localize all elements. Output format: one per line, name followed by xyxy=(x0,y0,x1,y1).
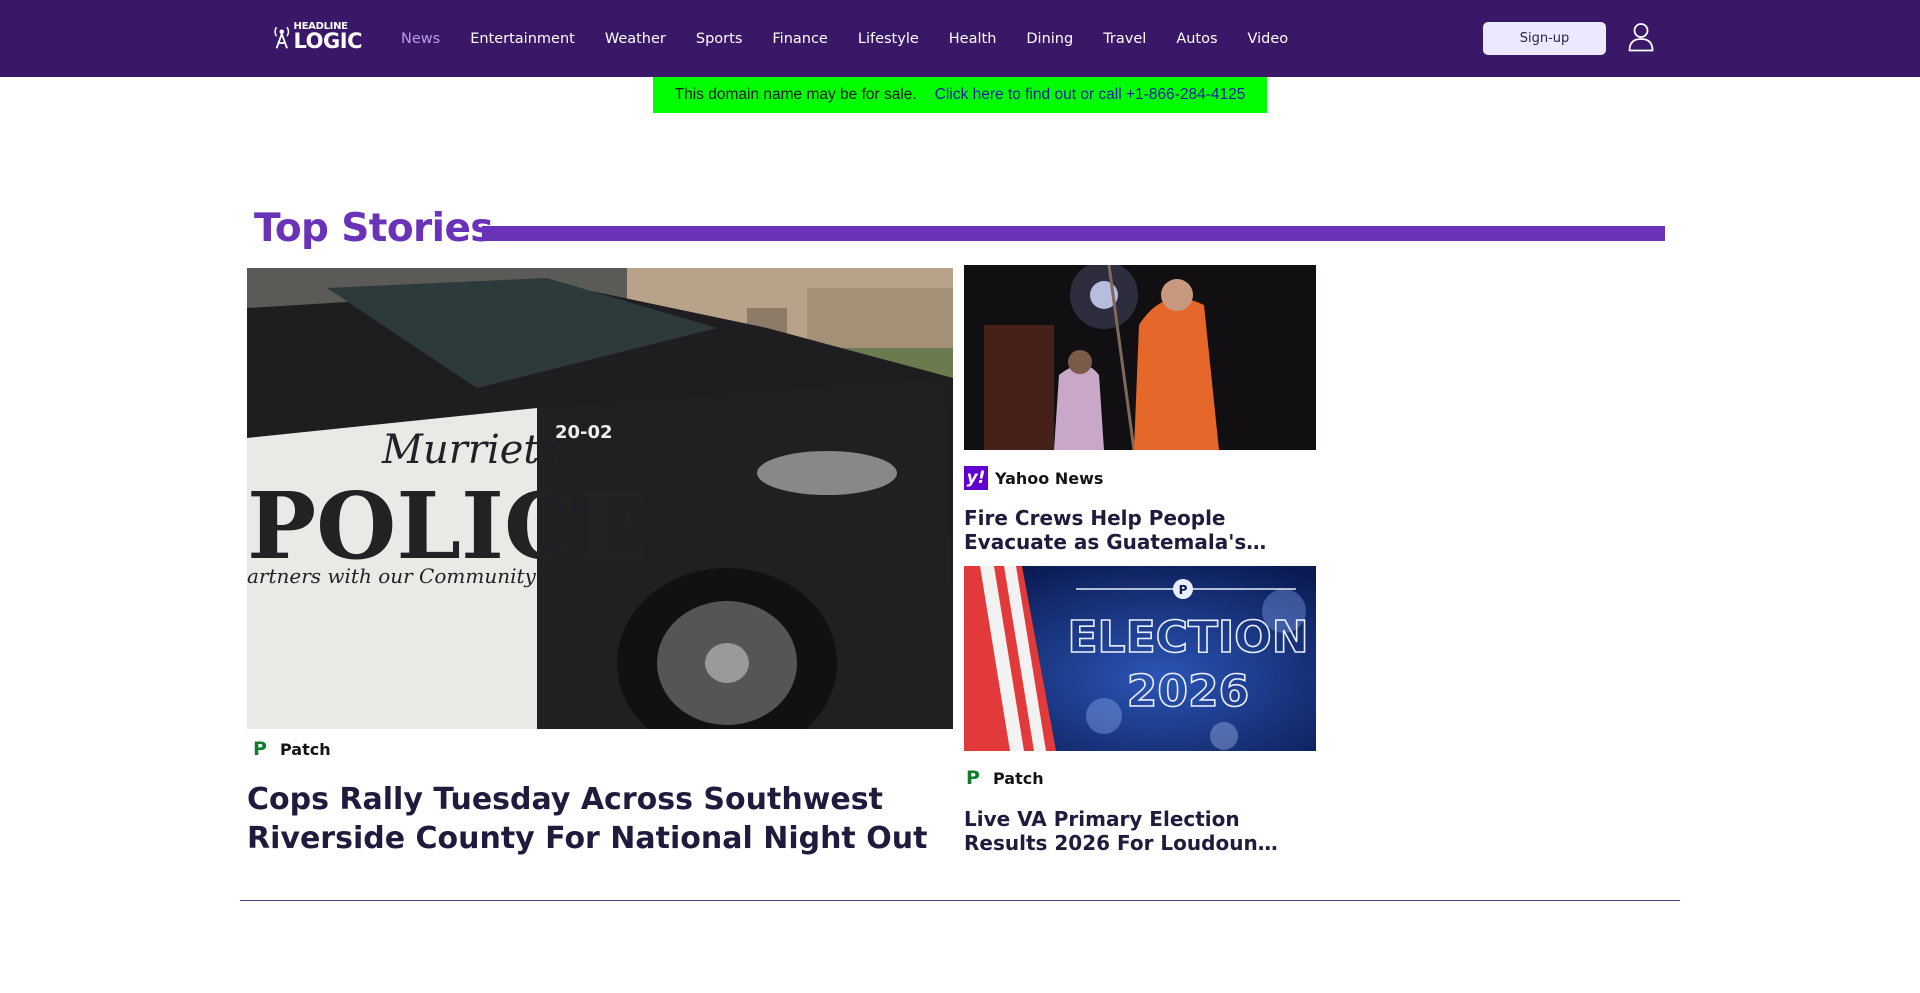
signup-button[interactable]: Sign-up xyxy=(1483,22,1606,55)
story-2-image[interactable] xyxy=(964,265,1316,450)
election-logo-letter: P xyxy=(1179,583,1188,597)
radio-tower-icon xyxy=(274,26,290,49)
nav-item-lifestyle[interactable]: Lifestyle xyxy=(858,31,919,47)
evacuation-photo xyxy=(964,265,1316,450)
story-1-source[interactable]: P Patch xyxy=(251,738,331,760)
story-1-image[interactable]: Murrieta POLICE artners with our Communi… xyxy=(247,268,953,729)
nav-item-autos[interactable]: Autos xyxy=(1176,31,1217,47)
patch-icon: P xyxy=(253,738,267,760)
nav-item-video[interactable]: Video xyxy=(1248,31,1289,47)
story-2-source-name: Yahoo News xyxy=(995,468,1104,488)
story-1-source-name: Patch xyxy=(280,739,331,759)
svg-text:artners with our Community": artners with our Community" xyxy=(247,564,545,588)
story-3-headline[interactable]: Live VA Primary Election Results 2026 Fo… xyxy=(964,807,1316,855)
yahoo-icon: y! xyxy=(964,466,988,490)
nav-item-finance[interactable]: Finance xyxy=(772,31,827,47)
nav-item-travel[interactable]: Travel xyxy=(1103,31,1146,47)
story-2-source[interactable]: y! Yahoo News xyxy=(964,466,1103,490)
logo-line2: LOGIC xyxy=(293,29,363,53)
svg-text:20-02: 20-02 xyxy=(555,422,613,443)
story-3-source-name: Patch xyxy=(993,768,1044,788)
section-title-rule xyxy=(482,226,1665,241)
election-graphic: P ELECTION 2026 xyxy=(964,566,1316,751)
nav-item-sports[interactable]: Sports xyxy=(696,31,742,47)
user-icon[interactable] xyxy=(1628,22,1654,52)
nav-item-health[interactable]: Health xyxy=(949,31,997,47)
section-title: Top Stories xyxy=(254,206,494,251)
svg-text:Murrieta: Murrieta xyxy=(381,427,563,473)
nav-item-weather[interactable]: Weather xyxy=(605,31,666,47)
section-divider xyxy=(240,900,1680,901)
story-3-source[interactable]: P Patch xyxy=(964,767,1044,789)
nav-item-entertainment[interactable]: Entertainment xyxy=(470,31,575,47)
site-header: HEADLINE LOGIC News Entertainment Weathe… xyxy=(0,0,1920,77)
police-car-photo: Murrieta POLICE artners with our Communi… xyxy=(247,268,953,729)
story-2-headline[interactable]: Fire Crews Help People Evacuate as Guate… xyxy=(964,506,1316,554)
main-nav: News Entertainment Weather Sports Financ… xyxy=(401,0,1318,77)
story-3-image[interactable]: P ELECTION 2026 xyxy=(964,566,1316,751)
patch-icon: P xyxy=(966,767,980,789)
logo-wordmark: HEADLINE LOGIC xyxy=(293,22,363,53)
election-year: 2026 xyxy=(1127,666,1249,717)
sale-banner-text: This domain name may be for sale. xyxy=(674,86,917,103)
domain-sale-banner: This domain name may be for sale. Click … xyxy=(653,77,1267,113)
story-1-headline[interactable]: Cops Rally Tuesday Across Southwest Rive… xyxy=(247,780,953,860)
nav-item-news[interactable]: News xyxy=(401,31,440,47)
nav-item-dining[interactable]: Dining xyxy=(1026,31,1073,47)
sale-banner-link[interactable]: Click here to find out or call +1-866-28… xyxy=(935,86,1246,104)
headline-logic-logo[interactable]: HEADLINE LOGIC xyxy=(272,20,363,54)
election-word: ELECTION xyxy=(1067,612,1308,663)
